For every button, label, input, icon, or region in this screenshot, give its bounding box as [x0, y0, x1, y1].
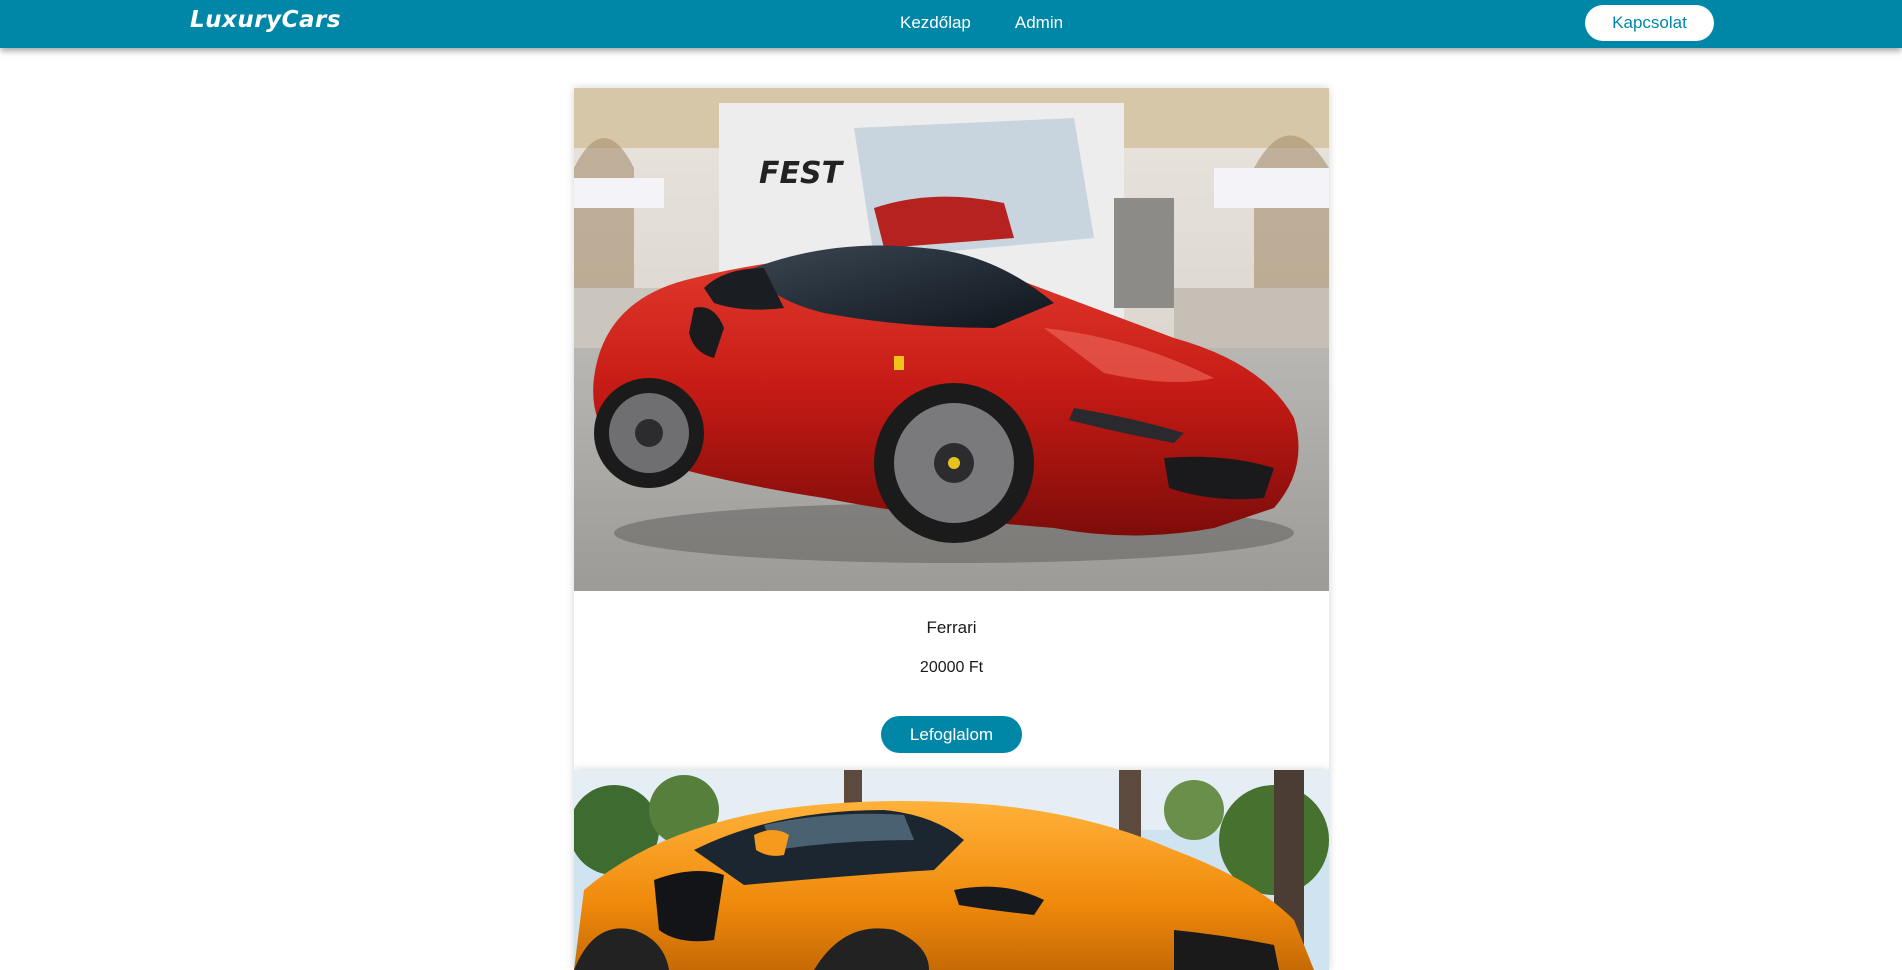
- car-list: FEST Ferrari 20000 Ft Lefoglalom: [574, 88, 1329, 970]
- svg-text:FEST: FEST: [759, 156, 845, 191]
- nav-link-home[interactable]: Kezdőlap: [900, 13, 971, 33]
- nav-links: Kezdőlap Admin: [900, 13, 1063, 33]
- car-image-mclaren: [574, 770, 1329, 970]
- book-button[interactable]: Lefoglalom: [881, 716, 1022, 753]
- car-card: [574, 770, 1329, 970]
- contact-button[interactable]: Kapcsolat: [1585, 5, 1714, 41]
- car-image-ferrari: FEST: [574, 88, 1329, 591]
- car-price: 20000 Ft: [919, 659, 984, 676]
- nav-link-admin[interactable]: Admin: [1015, 13, 1063, 33]
- car-card-body: Ferrari 20000 Ft Lefoglalom: [574, 591, 1329, 770]
- top-navbar: LuxuryCars Kezdőlap Admin Kapcsolat: [0, 0, 1902, 48]
- car-name: Ferrari: [926, 618, 977, 637]
- site-logo[interactable]: LuxuryCars: [190, 7, 341, 33]
- car-card: FEST Ferrari 20000 Ft Lefoglalom: [574, 88, 1329, 770]
